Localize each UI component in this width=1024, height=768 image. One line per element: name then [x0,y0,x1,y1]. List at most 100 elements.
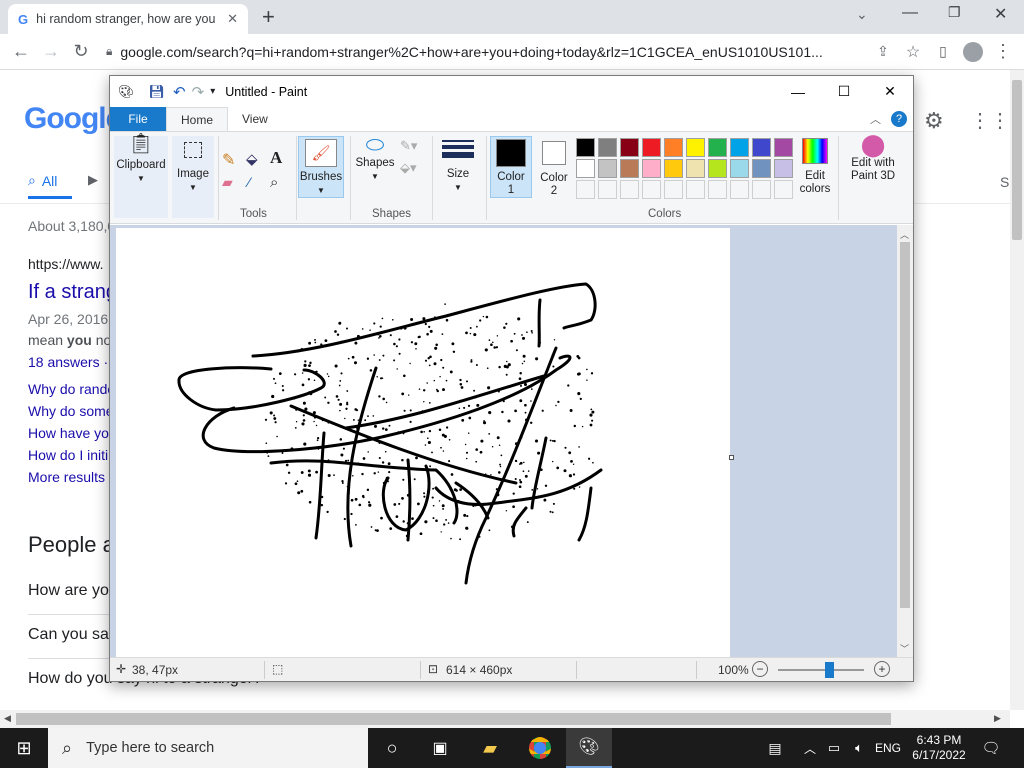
bookmark-star-icon[interactable]: ☆ [898,37,928,67]
zoom-out-icon[interactable]: − [752,661,768,677]
clipboard-button[interactable]: 📋︎ Clipboard ▼ [114,134,168,218]
address-bar[interactable]: 🔒︎ google.com/search?q=hi+random+strange… [96,38,868,66]
color-swatch[interactable] [752,138,771,157]
paint-taskbar-icon[interactable]: 🎨︎ [566,728,612,768]
collapse-ribbon-icon[interactable]: ︿ [870,111,881,127]
browser-restore-button[interactable]: ❐ [948,4,961,21]
color-swatch[interactable] [642,159,661,178]
browser-tab[interactable]: G hi random stranger, how are you ✕ [8,4,248,34]
tab-right-partial[interactable]: S [1000,174,1009,190]
fill-icon[interactable]: ⬙ [246,150,258,168]
undo-icon[interactable]: ↶ [173,83,186,101]
zoom-slider-thumb[interactable] [825,662,835,678]
shapes-button[interactable]: ⬭ Shapes ▼ [354,134,396,198]
windows-start-icon[interactable]: ⊞ [0,728,48,768]
scroll-up-arrow-icon[interactable]: ︿ [900,228,909,241]
color-swatch[interactable] [642,138,661,157]
magnifier-icon[interactable]: ⌕ [270,174,278,191]
tab-close-icon[interactable]: ✕ [227,11,238,27]
tab-search-icon[interactable]: ⌄ [856,6,868,23]
color-swatch[interactable] [664,159,683,178]
eraser-icon[interactable]: ▰ [222,174,233,191]
empty-color-swatch[interactable] [774,180,793,199]
color-swatch[interactable] [708,138,727,157]
profile-avatar-icon[interactable] [958,37,988,67]
paa-question[interactable]: How are yo [28,582,109,600]
side-panel-icon[interactable]: ▯ [928,37,958,67]
tab-home[interactable]: Home [166,107,229,131]
browser-close-button[interactable]: ✕ [994,4,1007,24]
outline-icon[interactable]: ✎▾ [400,138,417,154]
color-swatch[interactable] [664,138,683,157]
text-icon[interactable]: A [270,148,282,168]
page-scroll-thumb[interactable] [1012,80,1022,240]
edit-colors-button[interactable]: Edit colors [796,136,834,198]
zoom-slider[interactable] [778,669,864,671]
empty-color-swatch[interactable] [664,180,683,199]
color-picker-icon[interactable]: ⁄ [248,174,250,190]
related-question[interactable]: Why do some [28,403,114,419]
empty-color-swatch[interactable] [686,180,705,199]
page-hscroll-thumb[interactable] [16,713,891,725]
volume-icon[interactable]: 🔈︎ [848,728,870,768]
related-question[interactable]: Why do rando [28,381,115,397]
answers-count[interactable]: 18 answers · [28,354,108,370]
input-language[interactable]: ENG [872,728,904,768]
color-swatch[interactable] [686,159,705,178]
color-swatch[interactable] [730,138,749,157]
paint-close-button[interactable]: ✕ [867,76,913,107]
image-button[interactable]: Image ▼ [172,136,214,218]
notifications-panel-icon[interactable]: ▤ [760,728,790,768]
color1-button[interactable]: Color 1 [490,136,532,198]
chrome-icon[interactable] [518,728,562,768]
canvas-scroll-thumb[interactable] [900,242,910,608]
task-view-icon[interactable]: ▣ [420,728,460,768]
network-icon[interactable]: ▭ [822,728,846,768]
brushes-button[interactable]: 🖌︎ Brushes ▼ [298,136,344,198]
related-question[interactable]: How do I initi [28,447,108,463]
drawing-canvas[interactable] [116,228,730,657]
scroll-down-arrow-icon[interactable]: ﹀ [900,642,909,655]
color2-button[interactable]: Color 2 [534,136,574,198]
redo-icon[interactable]: ↷ [192,83,205,101]
result-title[interactable]: If a strang [28,281,117,304]
empty-color-swatch[interactable] [620,180,639,199]
paint-maximize-button[interactable]: ☐ [821,76,867,107]
empty-color-swatch[interactable] [708,180,727,199]
color-swatch[interactable] [730,159,749,178]
google-logo[interactable]: Google [24,102,122,136]
color-swatch[interactable] [774,159,793,178]
more-results-link[interactable]: More results [28,469,105,485]
color-swatch[interactable] [620,159,639,178]
browser-minimize-button[interactable]: — [902,4,918,22]
clock[interactable]: 6:43 PM 6/17/2022 [908,728,970,768]
apps-grid-icon[interactable]: ⋮⋮ [970,108,1010,133]
pencil-icon[interactable]: ✎ [222,150,235,170]
reload-icon[interactable]: ↻ [66,37,96,67]
color-swatch[interactable] [598,138,617,157]
browser-menu-icon[interactable]: ⋮ [988,37,1018,67]
share-icon[interactable]: ⇪ [868,37,898,67]
forward-arrow-icon[interactable]: → [36,37,66,67]
hscroll-left-arrow-icon[interactable]: ◀ [4,713,11,724]
zoom-in-icon[interactable]: + [874,661,890,677]
color-swatch[interactable] [576,159,595,178]
color-swatch[interactable] [620,138,639,157]
color-swatch[interactable] [752,159,771,178]
settings-gear-icon[interactable]: ⚙ [924,108,944,134]
new-tab-button[interactable]: + [262,4,275,30]
taskbar-search-box[interactable]: ⌕ Type here to search [48,728,368,768]
empty-color-swatch[interactable] [576,180,595,199]
paint-minimize-button[interactable]: — [775,76,821,107]
color-swatch[interactable] [686,138,705,157]
show-hidden-icons[interactable]: ︿ [800,728,820,768]
tab-videos-icon[interactable]: ▶ [88,172,98,188]
back-arrow-icon[interactable]: ← [6,37,36,67]
hscroll-right-arrow-icon[interactable]: ▶ [994,713,1001,724]
empty-color-swatch[interactable] [598,180,617,199]
file-explorer-icon[interactable]: ▰ [470,728,510,768]
save-icon[interactable]: 💾︎ [149,84,166,100]
edit-with-paint3d-button[interactable]: ⬤ Edit with Paint 3D [844,134,902,198]
canvas-resize-handle[interactable] [729,455,734,460]
result-url[interactable]: https://www. [28,256,103,272]
